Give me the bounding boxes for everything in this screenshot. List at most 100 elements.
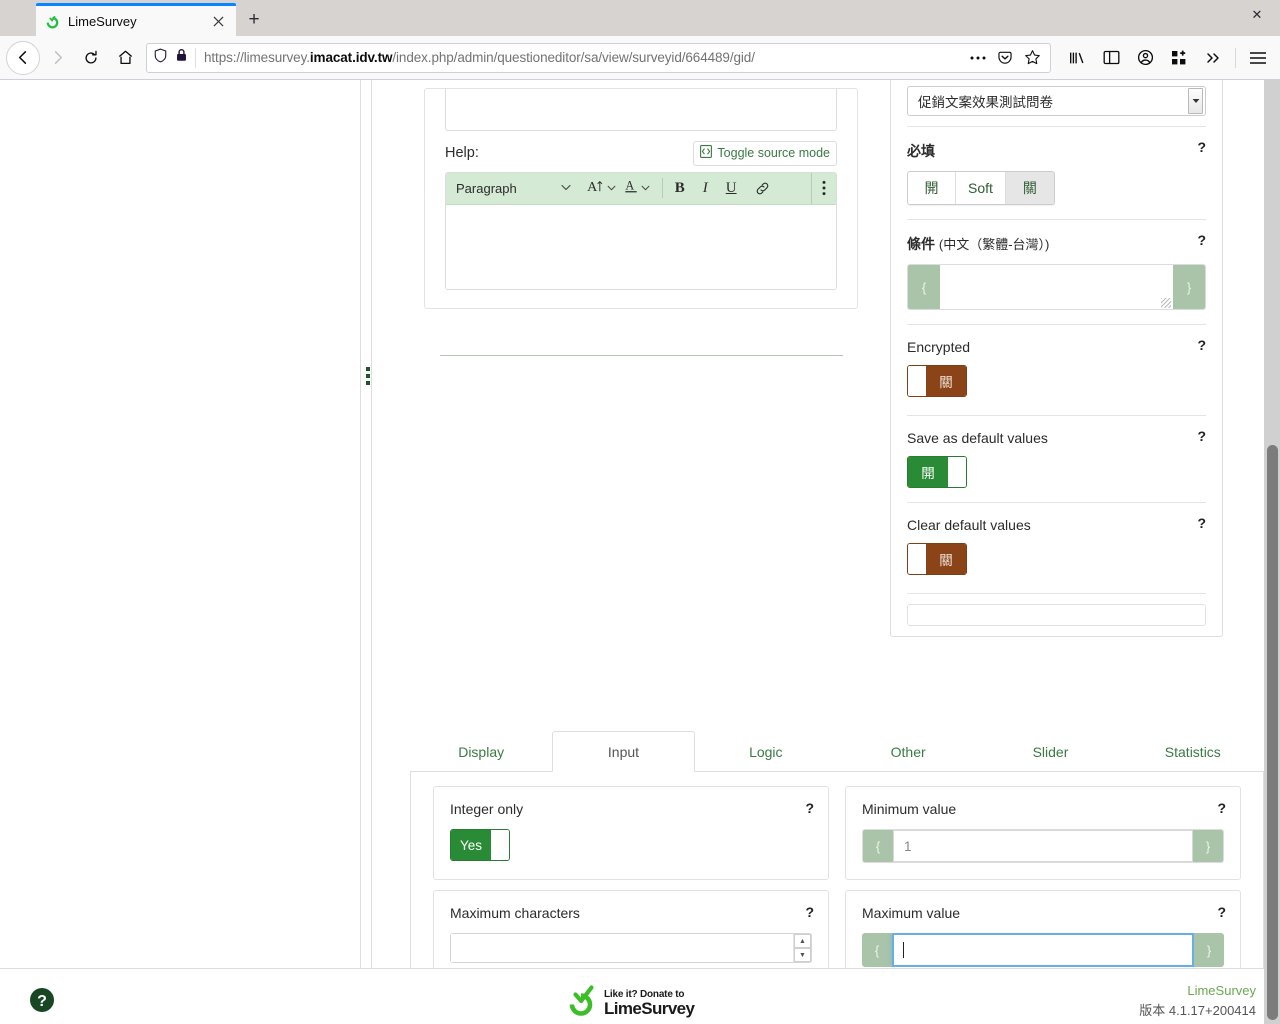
font-color-dropdown[interactable]: A [620, 178, 654, 198]
star-bookmark-icon[interactable] [1020, 46, 1044, 70]
maximum-value-input[interactable] [892, 933, 1194, 967]
donate-line2: LimeSurvey [604, 999, 695, 1018]
condition-help-icon[interactable]: ? [1197, 232, 1206, 248]
url-identity-box [153, 47, 196, 68]
integer-only-help-icon[interactable]: ? [805, 800, 814, 816]
tab-display[interactable]: Display [410, 731, 552, 772]
integer-only-toggle[interactable]: Yes [450, 829, 510, 861]
survey-select-value: 促銷文案效果測試問卷 [918, 95, 1053, 110]
mandatory-help-icon[interactable]: ? [1197, 139, 1206, 155]
home-icon[interactable] [108, 41, 142, 75]
save-default-help-icon[interactable]: ? [1197, 428, 1206, 444]
paragraph-style-dropdown[interactable]: Paragraph [456, 181, 571, 196]
maximum-characters-spinner[interactable]: ▲ ▼ [793, 934, 811, 962]
tab-list: Display Input Logic Other Slider Statist… [410, 728, 1264, 772]
browser-chrome: LimeSurvey + ✕ https://limesurvey.imacat… [0, 0, 1280, 80]
tracking-protection-shield-icon[interactable] [153, 48, 168, 68]
clear-default-toggle[interactable]: 關 [907, 543, 967, 575]
survey-select[interactable]: 促銷文案效果測試問卷 [907, 86, 1206, 116]
encrypted-toggle[interactable]: 關 [907, 365, 967, 397]
account-avatar-icon[interactable] [1129, 42, 1161, 74]
question-attributes-tabs: Display Input Logic Other Slider Statist… [410, 728, 1264, 1007]
condition-brace-left: { [908, 265, 940, 309]
pocket-save-icon[interactable] [993, 46, 1017, 70]
ellipsis-icon[interactable] [966, 46, 990, 70]
integer-only-toggle-label: Yes [451, 830, 491, 860]
new-tab-button[interactable]: + [236, 3, 272, 36]
tab-statistics[interactable]: Statistics [1122, 731, 1264, 772]
underline-button[interactable]: U [722, 180, 741, 197]
svg-text:A: A [625, 179, 634, 193]
tab-input[interactable]: Input [552, 731, 695, 772]
text-caret [903, 942, 904, 958]
mandatory-option-off[interactable]: 關 [1005, 172, 1054, 204]
spinner-up-icon[interactable]: ▲ [794, 934, 811, 948]
save-default-label: Save as default values [907, 430, 1048, 446]
resize-grip-icon[interactable] [1161, 298, 1171, 308]
page-scrollbar[interactable] [1264, 80, 1280, 1024]
limesurvey-favicon [44, 13, 60, 29]
forward-arrow-icon [40, 41, 74, 75]
font-size-icon: A [587, 179, 604, 198]
font-color-icon: A [624, 178, 638, 198]
left-gutter [0, 80, 361, 968]
select-arrow-icon [1188, 88, 1203, 114]
toolbar-divider [1235, 47, 1236, 68]
clear-default-help-icon[interactable]: ? [1197, 515, 1206, 531]
collapse-handle-dots-icon[interactable] [366, 367, 370, 385]
double-chevron-right-icon[interactable] [1197, 42, 1229, 74]
reload-icon[interactable] [74, 41, 108, 75]
tab-logic[interactable]: Logic [695, 731, 837, 772]
save-default-toggle-label: 開 [908, 457, 948, 487]
maximum-value-help-icon[interactable]: ? [1217, 904, 1226, 920]
toggle-source-mode-button[interactable]: Toggle source mode [693, 141, 837, 166]
encrypted-label: Encrypted [907, 339, 971, 355]
save-default-toggle[interactable]: 開 [907, 456, 967, 488]
minimum-value-input[interactable]: 1 [893, 830, 1193, 862]
library-icon[interactable] [1061, 42, 1093, 74]
back-arrow-icon[interactable] [6, 40, 40, 75]
browser-tab-limesurvey[interactable]: LimeSurvey [36, 3, 236, 36]
close-icon[interactable] [208, 11, 228, 31]
question-text-field-remnant[interactable] [445, 89, 837, 131]
footer-brand-link[interactable]: LimeSurvey [1139, 983, 1256, 998]
url-bar[interactable]: https://limesurvey.imacat.idv.tw/index.p… [146, 42, 1051, 73]
maximum-characters-input[interactable] [451, 934, 793, 962]
page-scrollbar-thumb[interactable] [1267, 445, 1278, 1020]
browser-toolbar-icons [1057, 42, 1274, 74]
sidebar-icon[interactable] [1095, 42, 1127, 74]
bold-button[interactable]: B [671, 180, 689, 197]
tabstrip-shoulder [0, 0, 36, 36]
help-editor-body[interactable] [446, 204, 836, 289]
chevron-down-icon [561, 183, 571, 194]
extensions-grid-icon[interactable] [1163, 42, 1195, 74]
link-icon[interactable] [751, 181, 774, 196]
minimum-value-brace-right: } [1193, 830, 1223, 862]
condition-textarea[interactable] [940, 265, 1173, 309]
spinner-down-icon[interactable]: ▼ [794, 948, 811, 962]
help-rich-text-editor: Paragraph A A B I U [445, 171, 837, 290]
font-size-dropdown[interactable]: A [583, 179, 620, 198]
donate-logo[interactable]: Like it? Donate to LimeSurvey [566, 985, 695, 1022]
help-circle-icon[interactable]: ? [29, 987, 55, 1018]
maximum-value-brace-right: } [1194, 933, 1224, 967]
mandatory-option-soft[interactable]: Soft [956, 172, 1006, 204]
hamburger-menu-icon[interactable] [1242, 42, 1274, 74]
encrypted-help-icon[interactable]: ? [1197, 337, 1206, 353]
tab-slider[interactable]: Slider [979, 731, 1121, 772]
sidebar-rail [361, 80, 372, 968]
maximum-characters-help-icon[interactable]: ? [805, 904, 814, 920]
padlock-icon[interactable] [175, 48, 188, 67]
italic-button[interactable]: I [699, 180, 712, 197]
clear-default-toggle-label: 關 [926, 544, 966, 574]
window-close-button[interactable]: ✕ [1234, 0, 1280, 30]
vertical-dots-icon[interactable] [811, 172, 826, 205]
svg-text:?: ? [37, 993, 47, 1010]
mandatory-option-on[interactable]: 開 [908, 172, 956, 204]
setting-mandatory: 必填 ? 開 Soft 關 [907, 127, 1206, 220]
minimum-value-help-icon[interactable]: ? [1217, 800, 1226, 816]
maximum-characters-input-group: ▲ ▼ [450, 933, 812, 963]
tab-other[interactable]: Other [837, 731, 979, 772]
toggle-source-mode-label: Toggle source mode [717, 145, 830, 160]
field-minimum-value: Minimum value ? { 1 } [845, 786, 1241, 880]
